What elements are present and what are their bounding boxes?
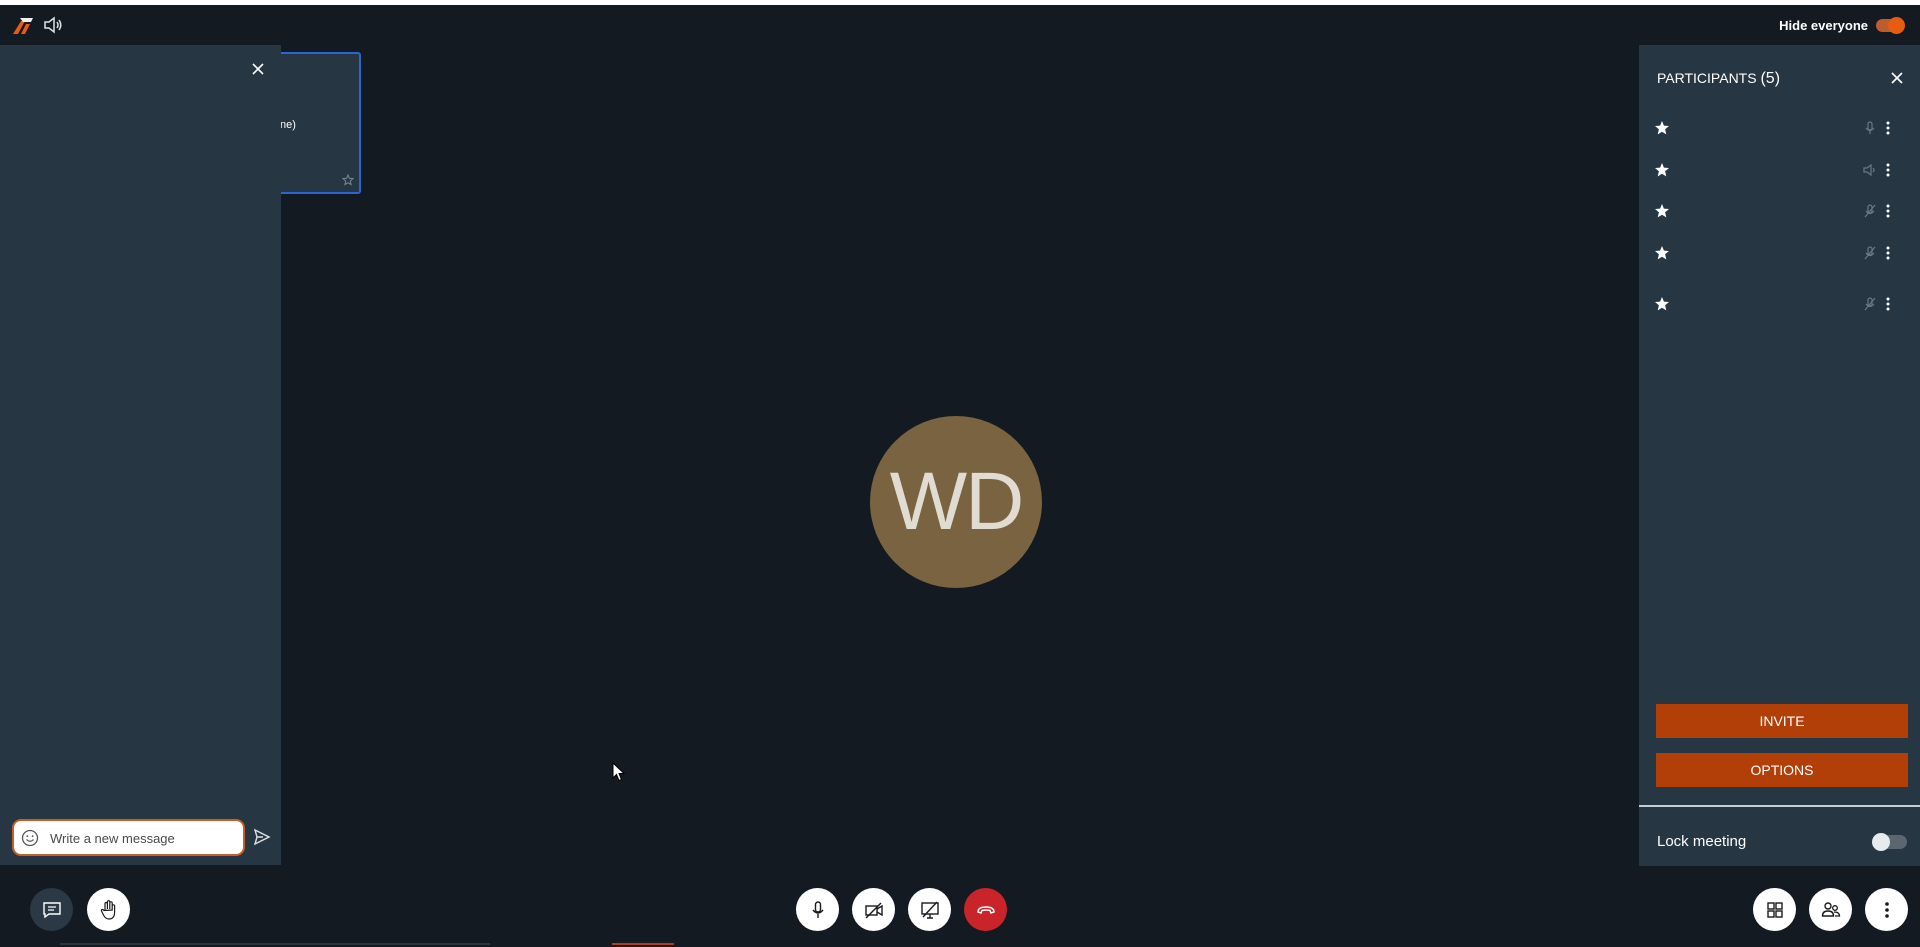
camera-button[interactable]	[852, 888, 895, 931]
star-icon[interactable]	[1654, 245, 1670, 261]
mic-muted-icon	[1864, 204, 1876, 218]
star-outline-icon[interactable]	[342, 174, 354, 186]
mic-icon	[1865, 121, 1875, 134]
taskbar-line	[60, 943, 490, 945]
participants-icon	[1821, 901, 1840, 917]
top-bar: Hide everyone	[0, 5, 1920, 45]
hang-up-icon	[976, 905, 995, 914]
send-icon[interactable]	[253, 828, 271, 846]
participant-row[interactable]	[1639, 196, 1920, 226]
more-options-icon[interactable]	[1883, 244, 1893, 262]
raise-hand-icon	[100, 899, 115, 920]
participant-row[interactable]	[1639, 113, 1920, 143]
app-logo-icon	[13, 18, 33, 34]
toggle-knob	[1888, 17, 1905, 34]
participants-button[interactable]	[1809, 888, 1852, 931]
more-vertical-icon	[1884, 901, 1889, 918]
meeting-app: Hide everyone ne) WD	[0, 5, 1920, 947]
screen-share-off-icon	[920, 901, 939, 919]
more-actions-button[interactable]	[1865, 888, 1908, 931]
message-input-box	[12, 819, 245, 856]
more-options-icon[interactable]	[1883, 161, 1893, 179]
tile-view-button[interactable]	[1753, 888, 1796, 931]
speaker-icon	[1863, 163, 1875, 177]
microphone-button[interactable]	[796, 888, 839, 931]
participants-title-text: PARTICIPANTS	[1657, 70, 1757, 86]
toggle-knob	[1872, 833, 1890, 851]
participants-count: (5)	[1760, 70, 1781, 87]
grid-icon	[1766, 901, 1783, 918]
chat-icon	[42, 901, 61, 918]
more-options-icon[interactable]	[1883, 202, 1893, 220]
mic-muted-icon	[1864, 297, 1876, 311]
close-participants-icon[interactable]	[1886, 67, 1908, 89]
hang-up-button[interactable]	[964, 888, 1007, 931]
star-icon[interactable]	[1654, 296, 1670, 312]
close-chat-icon[interactable]	[246, 57, 270, 81]
bottom-toolbar	[0, 866, 1920, 947]
camera-off-icon	[864, 902, 883, 918]
raise-hand-button[interactable]	[87, 888, 130, 931]
participant-row[interactable]	[1639, 155, 1920, 185]
microphone-icon	[811, 900, 824, 918]
lock-meeting-toggle[interactable]	[1872, 833, 1907, 851]
participants-panel: PARTICIPANTS (5) INVITE OPTIONS Lock mee…	[1639, 45, 1920, 866]
star-icon[interactable]	[1654, 162, 1670, 178]
more-options-icon[interactable]	[1883, 295, 1893, 313]
chat-panel	[0, 45, 281, 865]
hide-everyone-label: Hide everyone	[1779, 18, 1868, 33]
participant-row[interactable]	[1639, 289, 1920, 319]
star-icon[interactable]	[1654, 120, 1670, 136]
options-button[interactable]: OPTIONS	[1656, 753, 1908, 787]
mic-muted-icon	[1864, 246, 1876, 260]
invite-button[interactable]: INVITE	[1656, 704, 1908, 738]
participant-row[interactable]	[1639, 238, 1920, 268]
tile-name: ne)	[280, 119, 296, 131]
chat-button[interactable]	[30, 888, 73, 931]
emoji-icon[interactable]	[21, 829, 39, 847]
taskbar-accent-line	[612, 943, 674, 945]
panel-divider	[1639, 805, 1920, 807]
star-icon[interactable]	[1654, 203, 1670, 219]
avatar-initials: WD	[889, 456, 1025, 547]
mouse-cursor-icon	[612, 762, 625, 782]
more-options-icon[interactable]	[1883, 119, 1893, 137]
large-avatar: WD	[870, 416, 1042, 588]
screen-share-button[interactable]	[908, 888, 951, 931]
message-input[interactable]	[50, 828, 235, 848]
lock-meeting-label: Lock meeting	[1657, 833, 1747, 850]
participants-title: PARTICIPANTS (5)	[1657, 70, 1780, 88]
speaker-icon[interactable]	[43, 16, 63, 34]
hide-everyone-toggle[interactable]	[1876, 17, 1905, 34]
